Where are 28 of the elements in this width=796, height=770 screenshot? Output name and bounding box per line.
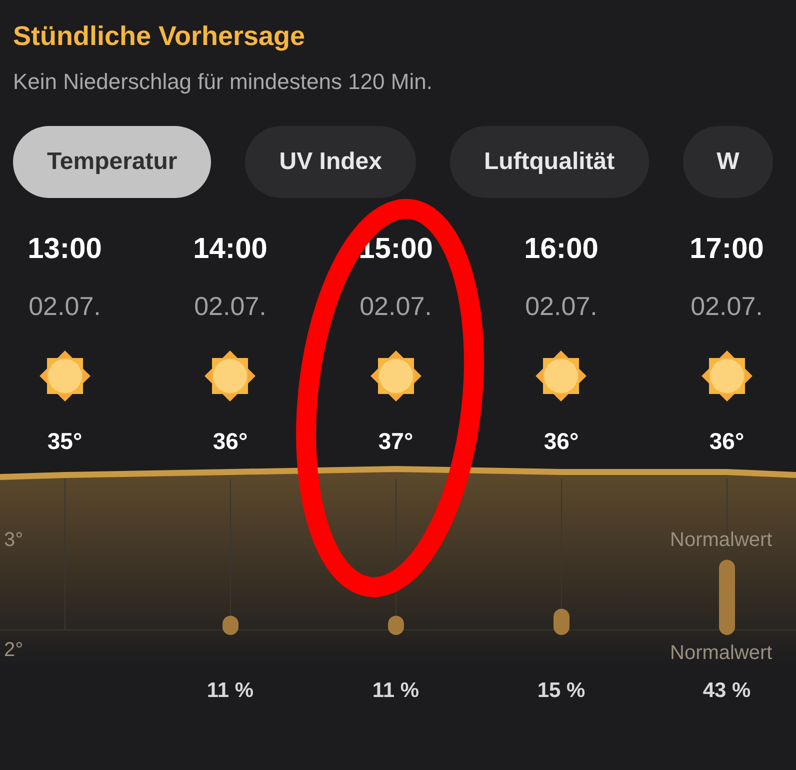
date-label: 02.07. [194,290,266,323]
precipitation-percent: 43 % [702,678,751,702]
date-label: 02.07. [525,290,598,323]
tab[interactable]: W [682,126,774,198]
precipitation-percent: 11 % [206,678,254,702]
axis-label: 2° [4,638,24,662]
precipitation-percent: 15 % [537,678,586,702]
hour-label: 17:00 [690,232,764,266]
hour-label: 13:00 [28,232,102,266]
date-label: 02.07. [360,290,432,323]
temperature-label: 36° [212,427,248,456]
tab[interactable]: UV Index [245,126,416,198]
hour-label: 14:00 [193,232,268,266]
date-label: 02.07. [28,290,101,323]
temperature-label: 36° [709,427,744,456]
tab[interactable]: Temperatur [13,126,212,198]
axis-label: 3° [4,528,24,552]
section-title: Stündliche Vorhersage [13,20,306,53]
temperature-label: 35° [47,427,82,456]
normal-value-label: Normalwert [670,528,772,552]
temperature-label: 37° [378,427,414,456]
temperature-label: 36° [544,427,579,456]
date-label: 02.07. [690,290,763,323]
tab[interactable]: Luftqualität [450,126,649,198]
precipitation-note: Kein Niederschlag für mindestens 120 Min. [13,68,434,96]
hour-label: 16:00 [524,232,598,266]
normal-value-label: Normalwert [670,640,772,666]
precipitation-percent: 11 % [372,678,420,702]
